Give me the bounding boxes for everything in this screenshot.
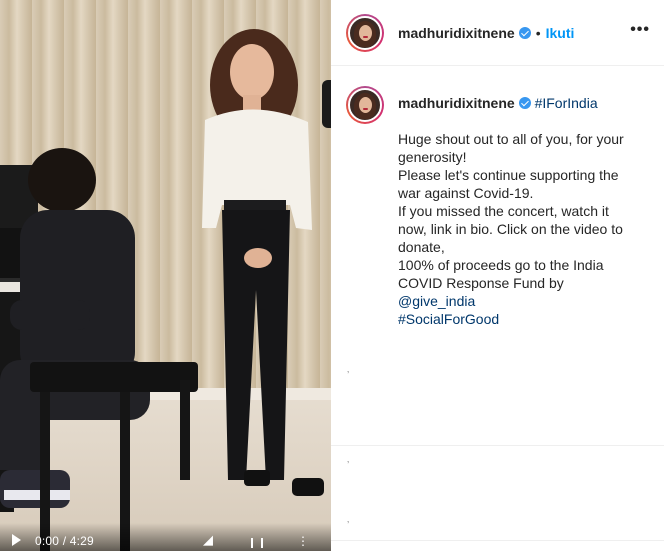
caption: madhuridixitnene #IForIndia Huge shout o… [331,66,664,328]
video-time: 0:00 / 4:29 [35,534,94,548]
closing-hashtag-link[interactable]: #SocialForGood [398,311,499,327]
caption-line: Please let's continue supporting the [398,167,619,183]
verified-badge-icon [518,97,531,109]
caption-line: generosity! [398,149,467,165]
video-frame-illustration [0,29,324,551]
follow-button[interactable]: Ikuti [546,25,575,41]
video-menu-icon[interactable]: ⋮ [297,534,309,548]
video-controls: 0:00 / 4:29 [0,523,331,551]
caption-username[interactable]: madhuridixitnene [398,95,515,111]
singer [202,29,324,496]
caption-line: Huge shout out to all of you, for your [398,131,624,147]
comment-marker: ’ [347,520,350,531]
caption-line: now, link in bio. Click on the video to [398,221,623,237]
separator-dot: • [535,24,541,41]
caption-hashtag[interactable]: #IForIndia [535,95,598,111]
more-options-icon[interactable]: ••• [630,21,650,39]
caption-line: donate, [398,239,445,255]
caption-heading: madhuridixitnene #IForIndia [398,94,644,112]
fullscreen-icon[interactable] [251,538,263,548]
post-header: madhuridixitnene • Ikuti ••• [331,0,664,66]
comment-marker: ’ [347,460,350,471]
divider [331,540,664,541]
caption-line-prefix: COVID Response Fund by [398,275,564,291]
caption-avatar[interactable] [346,86,384,124]
caption-line: COVID Response Fund by @give_india [398,274,644,310]
divider [331,445,664,446]
caption-body: madhuridixitnene #IForIndia Huge shout o… [398,86,644,328]
caption-text: Huge shout out to all of you, for your g… [398,130,644,328]
avatar[interactable] [346,13,384,52]
volume-icon[interactable]: ◢ [203,532,213,548]
caption-line: If you missed the concert, watch it [398,203,609,219]
play-icon[interactable] [12,534,21,546]
comment-marker: ’ [347,370,350,381]
post-media[interactable]: 0:00 / 4:29 ◢ ⋮ [0,0,331,551]
caption-line: war against Covid-19. [398,185,534,201]
mention-link[interactable]: @give_india [398,293,475,309]
verified-badge-icon [518,26,531,39]
post-details-panel: madhuridixitnene • Ikuti ••• madhuridixi… [331,0,664,551]
caption-line: 100% of proceeds go to the India [398,257,604,273]
caption-line: #SocialForGood [398,310,644,328]
post-username[interactable]: madhuridixitnene [398,25,515,41]
